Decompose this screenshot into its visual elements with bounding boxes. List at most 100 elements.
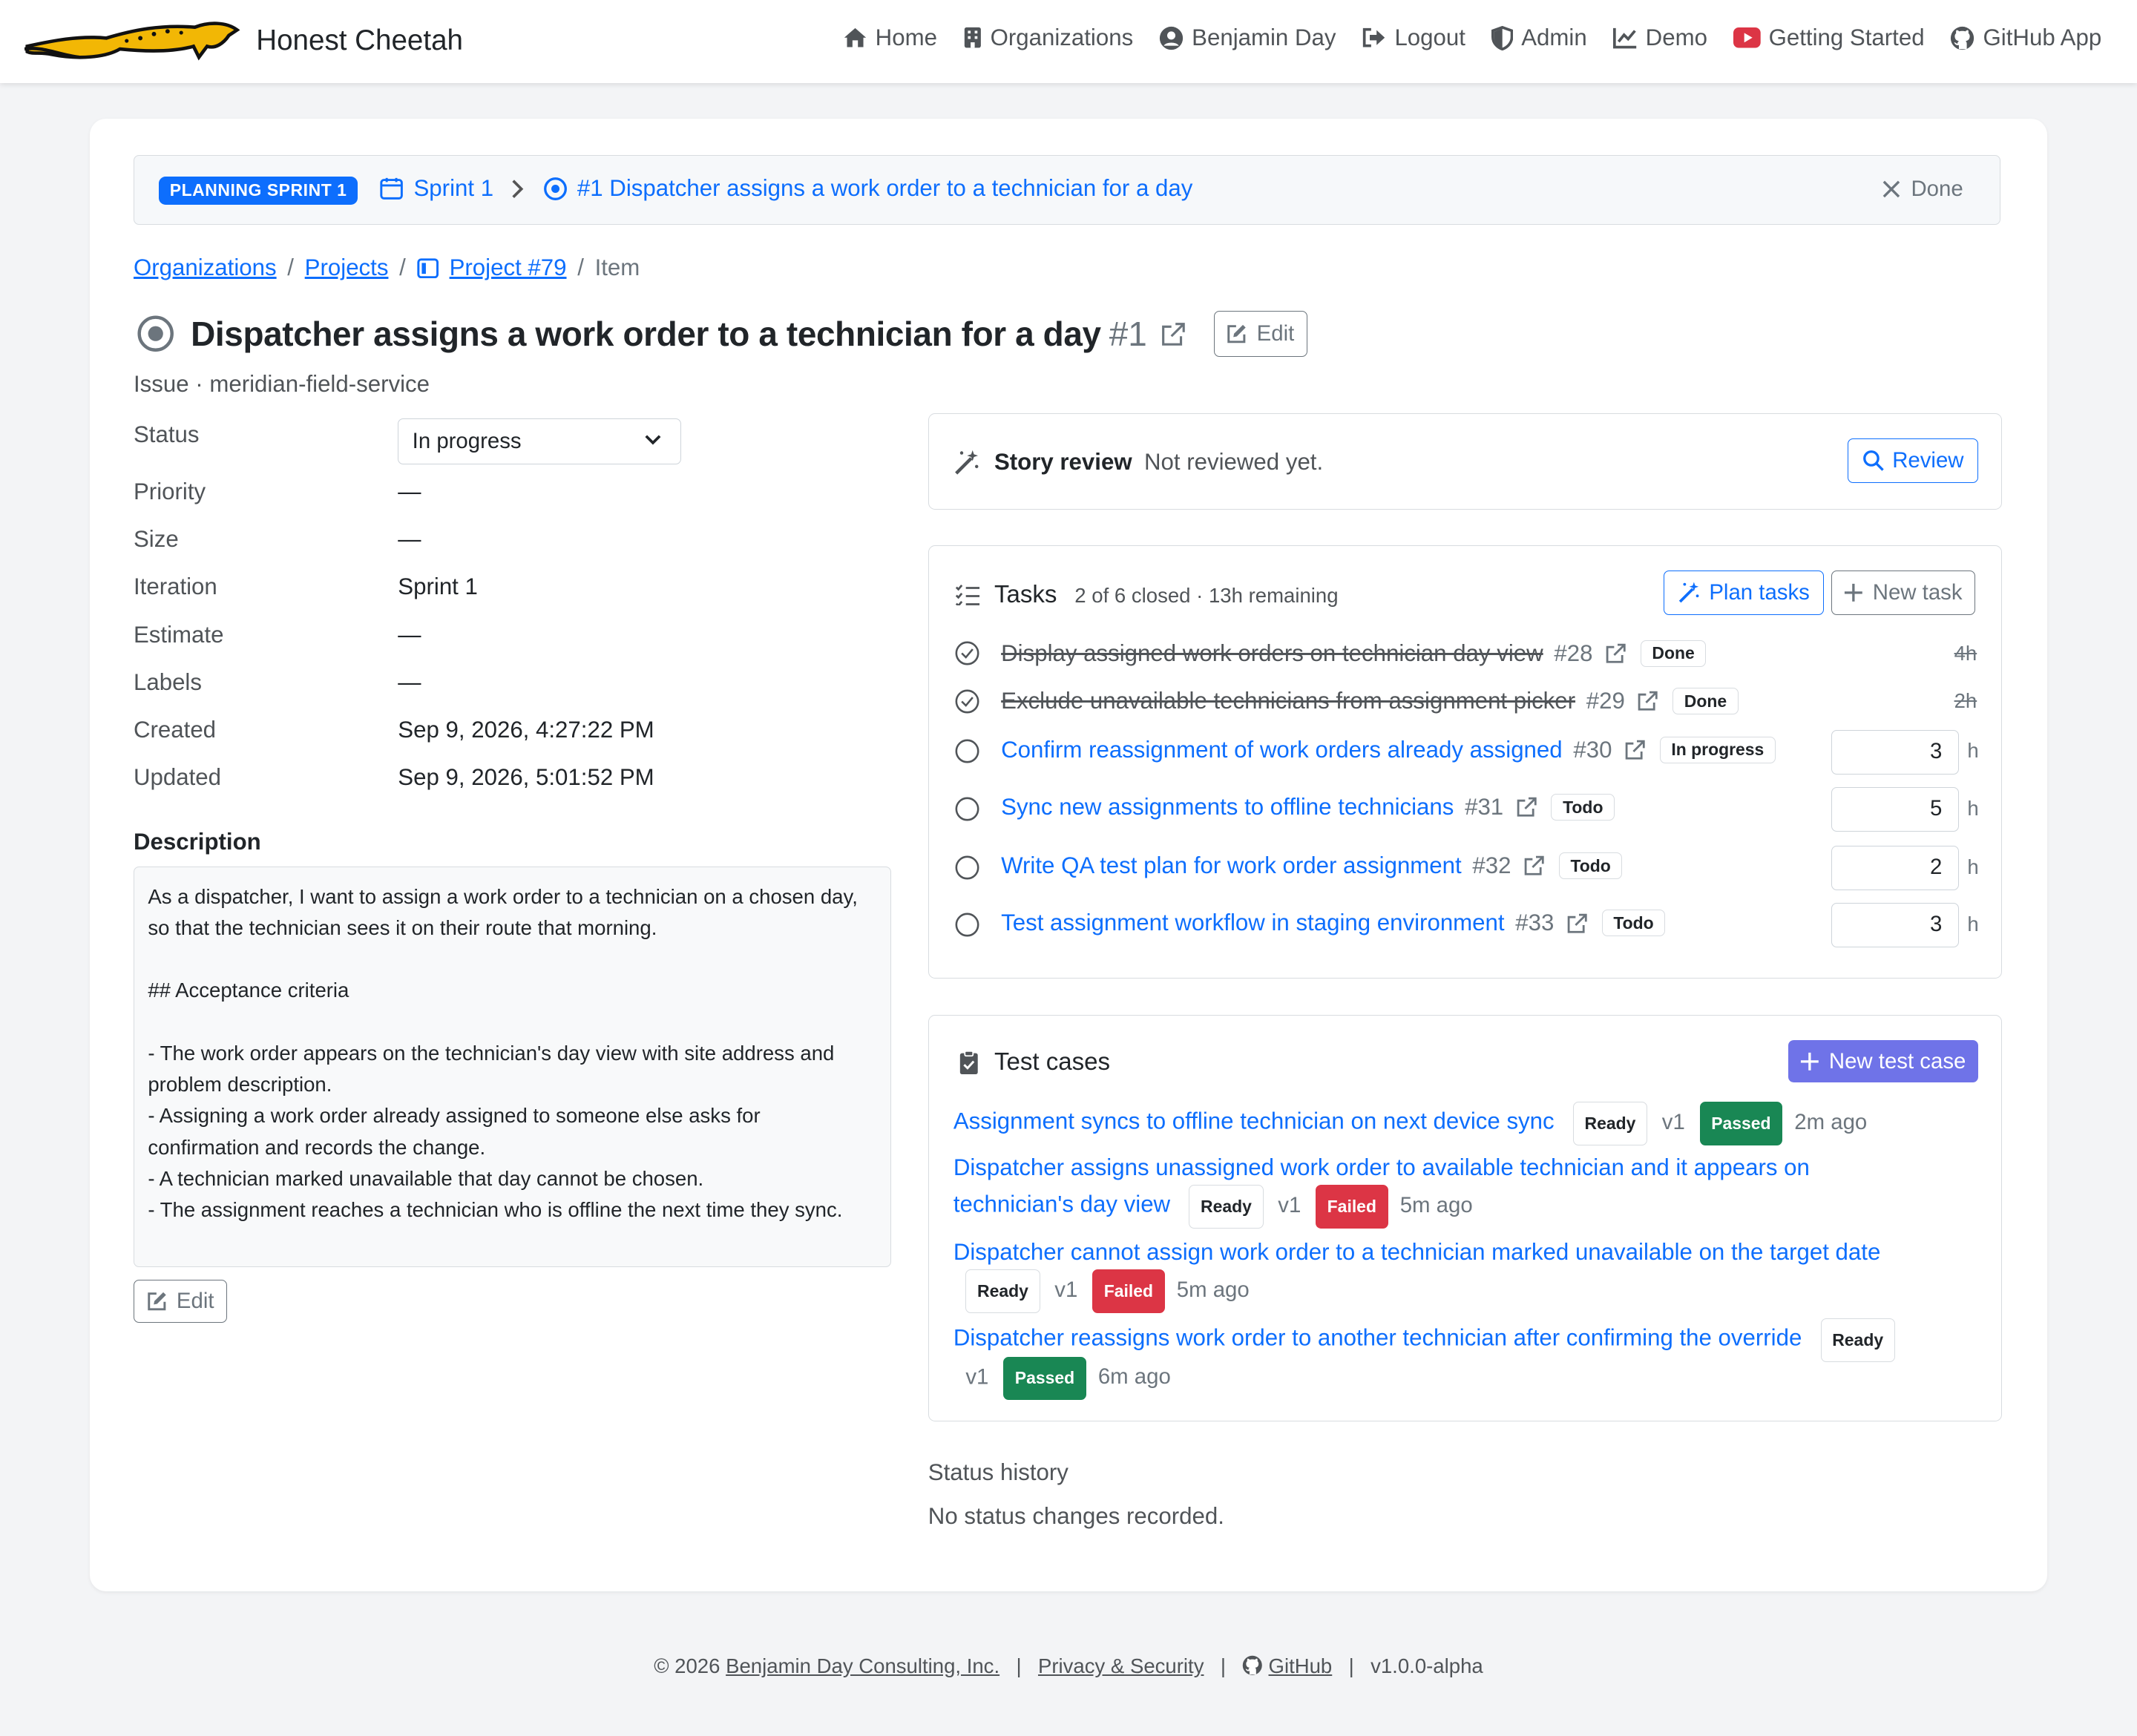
new-test-case-button[interactable]: New test case: [1788, 1040, 1978, 1083]
task-title[interactable]: Sync new assignments to offline technici…: [1001, 794, 1454, 821]
created-label: Created: [133, 717, 217, 743]
external-link-icon[interactable]: [1637, 690, 1658, 711]
test-case-state-badge: Ready: [1820, 1318, 1895, 1362]
nav-organizations[interactable]: Organizations: [963, 24, 1133, 51]
chevron-right-icon: [511, 178, 524, 206]
task-title[interactable]: Confirm reassignment of work orders alre…: [1001, 737, 1563, 763]
remaining-hours-input[interactable]: 3: [1831, 729, 1960, 775]
test-case-time: 6m ago: [1097, 1364, 1171, 1390]
circle-icon[interactable]: [955, 855, 979, 880]
nav-github-app-label: GitHub App: [1983, 24, 2102, 51]
nav-user[interactable]: Benjamin Day: [1159, 24, 1336, 51]
external-link-icon[interactable]: [1516, 796, 1537, 818]
iteration-value: Sprint 1: [398, 573, 478, 600]
nav-demo[interactable]: Demo: [1612, 24, 1707, 51]
plus-icon: [1801, 1052, 1819, 1071]
test-case-version: v1: [1054, 1277, 1078, 1302]
test-case-version: v1: [965, 1364, 989, 1390]
size-label: Size: [133, 525, 179, 552]
plan-tasks-button[interactable]: Plan tasks: [1663, 570, 1825, 616]
task-status-badge: Todo: [1551, 793, 1615, 821]
nav-github-app[interactable]: GitHub App: [1950, 24, 2101, 51]
nav-getting-started[interactable]: Getting Started: [1733, 24, 1925, 51]
task-title[interactable]: Test assignment workflow in staging envi…: [1001, 910, 1504, 936]
remaining-hours-input[interactable]: 3: [1831, 902, 1960, 948]
nav-demo-label: Demo: [1645, 24, 1707, 51]
task-number: #33: [1515, 910, 1555, 936]
tasks-summary: 2 of 6 closed · 13h remaining: [1074, 584, 1339, 608]
test-result-badge: Passed: [1699, 1102, 1783, 1145]
nav-admin[interactable]: Admin: [1491, 24, 1587, 51]
review-button-label: Review: [1892, 447, 1964, 473]
sprint-done-button[interactable]: Done: [1882, 177, 1963, 202]
test-case-title-line2[interactable]: technician's day view: [953, 1191, 1170, 1217]
new-task-button[interactable]: New task: [1831, 570, 1976, 616]
test-case-item: Dispatcher cannot assign work order to a…: [953, 1234, 1880, 1271]
circle-icon[interactable]: [955, 797, 979, 821]
test-result-badge: Passed: [1003, 1356, 1086, 1401]
footer-separator: |: [1016, 1654, 1022, 1677]
task-title[interactable]: Display assigned work orders on technici…: [1001, 640, 1543, 667]
test-case-title-line1[interactable]: Dispatcher assigns unassigned work order…: [953, 1154, 1810, 1180]
magic-wand-icon: [1678, 582, 1699, 603]
footer-github-link[interactable]: GitHub: [1269, 1654, 1333, 1677]
updated-value: Sep 9, 2026, 5:01:52 PM: [398, 764, 654, 791]
breadcrumb-separator: /: [399, 254, 406, 281]
test-case-title[interactable]: Assignment syncs to offline technician o…: [953, 1108, 1555, 1134]
nav-home[interactable]: Home: [843, 24, 937, 51]
footer-copyright: © 2026: [654, 1654, 720, 1677]
edit-icon: [1227, 325, 1246, 343]
story-review-title: Story review: [994, 449, 1132, 476]
external-link-icon[interactable]: [1523, 855, 1545, 876]
test-case-item: Dispatcher assigns unassigned work order…: [953, 1149, 1810, 1186]
external-link-icon[interactable]: [1566, 913, 1588, 934]
external-link-icon[interactable]: [1605, 642, 1626, 664]
task-title[interactable]: Exclude unavailable technicians from ass…: [1001, 688, 1575, 714]
nav-logout[interactable]: Logout: [1362, 24, 1465, 51]
test-result-badge: Failed: [1092, 1269, 1165, 1313]
task-status-badge: Todo: [1558, 852, 1623, 880]
status-history-title: Status history: [928, 1459, 1068, 1486]
check-circle-icon[interactable]: [955, 641, 979, 665]
external-link-icon[interactable]: [1161, 321, 1186, 347]
edit-icon: [147, 1292, 166, 1311]
footer-privacy-link[interactable]: Privacy & Security: [1038, 1654, 1204, 1677]
breadcrumb-organizations[interactable]: Organizations: [134, 254, 277, 281]
circle-icon[interactable]: [955, 913, 979, 937]
close-icon: [1882, 180, 1900, 198]
story-review-panel: Story review Not reviewed yet. Review: [928, 412, 2003, 510]
edit-description-button[interactable]: Edit: [133, 1279, 228, 1324]
footer-separator: |: [1348, 1654, 1354, 1677]
remaining-hours-input[interactable]: 2: [1831, 845, 1960, 891]
chevron-down-icon: [645, 435, 661, 445]
labels-value: —: [398, 668, 421, 695]
board-icon: [416, 258, 439, 278]
footer-company-link[interactable]: Benjamin Day Consulting, Inc.: [726, 1654, 999, 1677]
breadcrumb-projects[interactable]: Projects: [305, 254, 389, 281]
edit-title-button[interactable]: Edit: [1213, 310, 1307, 358]
breadcrumb-current: Item: [594, 254, 640, 281]
tasks-title: Tasks: [994, 581, 1057, 609]
brand[interactable]: Honest Cheetah: [24, 16, 463, 65]
test-case-item-continued: technician's day view Ready v1 Failed 5m…: [953, 1185, 1473, 1229]
test-case-title[interactable]: Dispatcher reassigns work order to anoth…: [953, 1325, 1802, 1351]
test-case-version: v1: [1661, 1109, 1685, 1134]
external-link-icon[interactable]: [1624, 739, 1646, 760]
building-icon: [964, 27, 981, 48]
test-case-item-meta: Ready v1 Failed 5m ago: [965, 1269, 1250, 1313]
review-button[interactable]: Review: [1848, 438, 1978, 484]
task-title[interactable]: Write QA test plan for work order assign…: [1001, 852, 1462, 879]
breadcrumb-project[interactable]: Project #79: [450, 254, 567, 281]
status-select[interactable]: In progress: [398, 418, 682, 465]
sprint-link[interactable]: Sprint 1: [379, 175, 493, 202]
test-case-title[interactable]: Dispatcher cannot assign work order to a…: [953, 1239, 1880, 1265]
sprint-done-label: Done: [1911, 176, 1963, 201]
circle-icon[interactable]: [955, 739, 979, 763]
task-status-badge: In progress: [1659, 736, 1776, 764]
tasks-panel: Tasks 2 of 6 closed · 13h remaining Plan…: [928, 545, 2003, 979]
test-case-time: 5m ago: [1176, 1277, 1250, 1302]
check-circle-icon[interactable]: [955, 689, 979, 714]
remaining-hours-input[interactable]: 5: [1831, 786, 1960, 832]
sprint-current-item-link[interactable]: #1 Dispatcher assigns a work order to a …: [543, 175, 1192, 202]
test-case-state-badge: Ready: [1189, 1185, 1264, 1229]
